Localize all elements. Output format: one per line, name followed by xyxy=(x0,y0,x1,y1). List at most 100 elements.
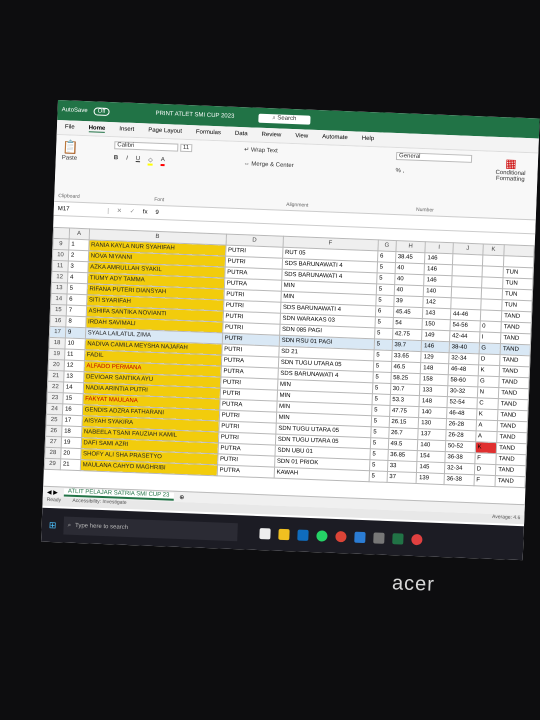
cell-category[interactable]: A xyxy=(475,419,498,432)
cell-category[interactable]: F xyxy=(474,452,497,465)
windows-start-icon[interactable]: ⊞ xyxy=(41,519,63,531)
cell-class[interactable]: 5 xyxy=(375,294,394,307)
cell-class[interactable]: 5 xyxy=(373,338,393,351)
cell-no[interactable]: 17 xyxy=(61,414,83,427)
cell-no[interactable]: 9 xyxy=(65,326,86,339)
tab-review[interactable]: Review xyxy=(261,132,281,139)
cell-no[interactable]: 19 xyxy=(61,436,82,449)
row-header[interactable]: 29 xyxy=(44,458,61,470)
cell-category[interactable] xyxy=(482,254,505,267)
row-header[interactable]: 26 xyxy=(45,425,62,437)
row-header[interactable]: 12 xyxy=(51,271,68,283)
column-header-a[interactable]: A xyxy=(69,228,90,240)
cell-class[interactable]: 5 xyxy=(373,349,392,362)
cell-no[interactable]: 7 xyxy=(66,304,87,317)
cell-category[interactable]: D xyxy=(478,353,501,366)
cell-category[interactable]: N xyxy=(476,386,499,399)
cell-height[interactable]: 139 xyxy=(416,472,445,485)
row-header[interactable]: 24 xyxy=(46,403,63,415)
excel-icon[interactable] xyxy=(392,532,404,545)
search-box[interactable]: ⌕ Search xyxy=(258,113,311,125)
row-header[interactable]: 19 xyxy=(48,348,65,360)
cell-class[interactable]: 5 xyxy=(369,448,388,461)
accessibility-status[interactable]: Accessibility: Investigate xyxy=(72,498,126,506)
cell-category[interactable] xyxy=(481,265,504,278)
row-header[interactable]: 25 xyxy=(46,414,63,426)
cell-category[interactable] xyxy=(481,276,504,289)
row-header[interactable]: 17 xyxy=(49,326,66,338)
row-header[interactable]: 11 xyxy=(51,260,69,273)
row-header[interactable]: 13 xyxy=(51,282,68,294)
row-header[interactable]: 14 xyxy=(50,293,67,305)
whatsapp-icon[interactable] xyxy=(316,529,328,542)
word-icon[interactable] xyxy=(354,531,366,543)
cell-no[interactable]: 8 xyxy=(65,315,86,328)
column-header-g[interactable]: G xyxy=(377,239,396,252)
tab-home[interactable]: Home xyxy=(88,124,106,133)
select-all-corner[interactable] xyxy=(53,227,70,240)
edge-icon[interactable] xyxy=(297,529,309,541)
cell-category[interactable] xyxy=(479,309,502,322)
fx-label[interactable]: fx xyxy=(143,209,148,215)
tab-help[interactable]: Help xyxy=(362,136,375,142)
cell-no[interactable]: 20 xyxy=(60,447,81,460)
cell-no[interactable]: 16 xyxy=(62,403,83,416)
cell-no[interactable]: 4 xyxy=(67,272,88,284)
row-header[interactable]: 10 xyxy=(52,249,69,262)
cell-weight-class[interactable]: 36-38 xyxy=(443,473,474,486)
file-explorer-icon[interactable] xyxy=(278,528,290,540)
cell-class[interactable]: 5 xyxy=(374,327,393,340)
cell-no[interactable]: 2 xyxy=(68,250,89,262)
cell-no[interactable]: 6 xyxy=(66,293,87,306)
cell-class[interactable]: 5 xyxy=(369,459,388,472)
tab-insert[interactable]: Insert xyxy=(119,126,134,133)
cell-class[interactable]: 5 xyxy=(370,415,390,428)
enter-icon[interactable]: ✓ xyxy=(130,208,135,215)
cell-category[interactable]: C xyxy=(476,397,499,410)
font-name-select[interactable]: Calibri xyxy=(114,141,179,152)
cell-category[interactable]: I xyxy=(479,331,502,344)
cell-no[interactable]: 11 xyxy=(64,348,85,361)
row-header[interactable]: 27 xyxy=(45,436,62,448)
autosave-toggle[interactable]: Off xyxy=(93,107,110,116)
conditional-formatting-button[interactable]: ▦ Conditional Formatting xyxy=(485,155,536,183)
cell-no[interactable]: 14 xyxy=(63,381,84,394)
cell-no[interactable]: 13 xyxy=(63,370,84,383)
cell-category[interactable] xyxy=(480,287,503,300)
cell-category[interactable]: K xyxy=(474,441,497,454)
cell-no[interactable]: 5 xyxy=(66,282,88,295)
row-header[interactable]: 20 xyxy=(48,359,65,371)
font-size-select[interactable]: 11 xyxy=(179,143,193,153)
taskbar-search[interactable]: ⌕ Type here to search xyxy=(63,516,238,542)
cell-no[interactable]: 21 xyxy=(60,458,81,471)
row-header[interactable]: 9 xyxy=(52,238,70,251)
cell-class[interactable]: 5 xyxy=(376,261,396,274)
row-header[interactable]: 22 xyxy=(47,381,64,393)
cell-class[interactable]: 6 xyxy=(375,305,394,318)
font-color-icon[interactable]: A xyxy=(160,156,165,167)
cell-no[interactable]: 15 xyxy=(62,392,83,405)
cell-class[interactable]: 5 xyxy=(371,404,390,417)
underline-button[interactable]: U xyxy=(136,156,141,165)
cell-no[interactable]: 12 xyxy=(63,359,85,372)
cell-category[interactable]: G xyxy=(477,375,500,388)
number-format-select[interactable]: General xyxy=(395,152,473,163)
app-icon[interactable] xyxy=(373,531,385,544)
cell-class[interactable]: 5 xyxy=(374,316,393,329)
cell-category[interactable]: 0 xyxy=(479,320,502,333)
cell-event[interactable]: TAND xyxy=(495,475,526,488)
cell-category[interactable]: D xyxy=(473,463,497,476)
cell-no[interactable]: 18 xyxy=(61,425,82,438)
wrap-text-button[interactable]: ↵ Wrap Text xyxy=(244,146,294,155)
tab-file[interactable]: File xyxy=(65,124,75,130)
chrome-profile-icon[interactable] xyxy=(411,533,423,545)
add-sheet-icon[interactable]: ⊕ xyxy=(179,493,184,500)
cell-class[interactable]: 5 xyxy=(376,272,395,285)
row-header[interactable]: 28 xyxy=(44,447,62,459)
fill-color-icon[interactable]: ◇ xyxy=(147,156,153,166)
cell-weight[interactable]: 37 xyxy=(386,471,417,484)
cell-category[interactable]: G xyxy=(478,342,501,355)
merge-center-button[interactable]: ⇔ Merge & Center xyxy=(244,161,294,169)
formula-input[interactable]: 9 xyxy=(155,209,159,215)
cell-no[interactable]: 3 xyxy=(67,261,88,273)
